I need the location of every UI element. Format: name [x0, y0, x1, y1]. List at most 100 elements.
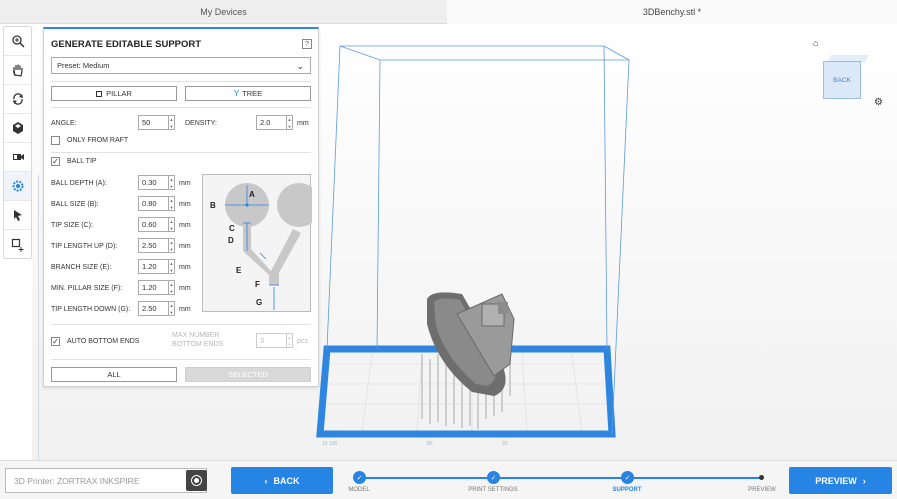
step-support-dot[interactable]: ✓: [621, 471, 634, 484]
square-icon: [96, 90, 103, 97]
rotate-icon: [12, 93, 23, 105]
back-button-label: BACK: [273, 475, 300, 486]
support-diagram: A B C D E F G: [202, 174, 321, 312]
bottom-ends-label: BOTTOM ENDS: [172, 341, 224, 348]
only-from-raft-checkbox[interactable]: [51, 136, 60, 145]
param-stepper[interactable]: ▲ ▼: [169, 259, 175, 274]
back-button[interactable]: ‹ BACK: [231, 467, 333, 494]
param-stepper[interactable]: ▲ ▼: [169, 217, 175, 232]
max-bottom-ends-stepper[interactable]: ▲ ▼: [287, 333, 293, 348]
chevron-left-icon: ‹: [264, 475, 268, 486]
density-label: DENSITY:: [185, 120, 217, 127]
density-stepper[interactable]: ▲ ▼: [287, 115, 293, 130]
auto-bottom-ends-checkbox[interactable]: ✓: [51, 337, 60, 346]
svg-text:80: 80: [427, 441, 433, 447]
cursor-icon: [13, 210, 22, 221]
cube-view-icon: [12, 122, 23, 134]
top-bar: My Devices 3DBenchy.stl *: [0, 0, 897, 24]
support-gear-icon: [12, 180, 23, 192]
generate-all-button[interactable]: ALL: [51, 367, 177, 382]
density-unit: mm: [297, 120, 309, 127]
angle-input[interactable]: 50: [138, 115, 169, 130]
max-number-label: MAX NUMBER: [172, 332, 220, 339]
ball-tip-checkbox[interactable]: ✓: [51, 157, 60, 166]
generate-selected-button[interactable]: SELECTED: [185, 367, 311, 382]
param-input[interactable]: 2.50: [138, 238, 169, 253]
diagram-label-g: G: [256, 298, 262, 307]
param-label: BRANCH SIZE (E):: [51, 264, 112, 271]
only-from-raft-label: ONLY FROM RAFT: [67, 137, 129, 144]
tree-button[interactable]: Y TREE: [185, 86, 311, 101]
preset-select[interactable]: Preset: Medium ⌄: [51, 57, 311, 74]
param-stepper[interactable]: ▲ ▼: [169, 196, 175, 211]
step-print-settings-dot[interactable]: ✓: [487, 471, 500, 484]
param-unit: mm: [179, 243, 191, 250]
param-input[interactable]: 1.20: [138, 280, 169, 295]
3d-model-benchy: [427, 292, 515, 396]
divider: [51, 359, 311, 360]
tree-icon: Y: [233, 89, 240, 98]
param-label: TIP LENGTH DOWN (G):: [51, 306, 131, 313]
rotate-tool-button[interactable]: [4, 85, 31, 114]
divider: [51, 152, 311, 153]
printer-field[interactable]: 3D Printer: ZORTRAX INKSPIRE: [5, 468, 207, 493]
param-input[interactable]: 0.80: [138, 196, 169, 211]
svg-text:20: 20: [502, 441, 508, 447]
support-tool-button[interactable]: [4, 172, 31, 201]
diagram-label-b: B: [210, 201, 216, 210]
left-guide-line: [38, 175, 39, 460]
divider: [51, 107, 311, 108]
pan-hand-icon: [12, 64, 23, 77]
pillar-button[interactable]: PILLAR: [51, 86, 177, 101]
select-tool-button[interactable]: [4, 201, 31, 230]
param-stepper[interactable]: ▲ ▼: [169, 301, 175, 316]
generate-all-label: ALL: [107, 370, 121, 379]
tab-file[interactable]: 3DBenchy.stl *: [447, 0, 897, 24]
help-button[interactable]: ?: [302, 39, 312, 49]
param-unit: mm: [179, 285, 191, 292]
step-model-dot[interactable]: ✓: [353, 471, 366, 484]
view-settings-gear-icon[interactable]: ⚙: [874, 97, 883, 108]
param-input[interactable]: 0.30: [138, 175, 169, 190]
pillar-button-label: PILLAR: [106, 89, 132, 98]
step-model-label: MODEL: [348, 487, 370, 493]
param-input[interactable]: 2.50: [138, 301, 169, 316]
tab-file-label: 3DBenchy.stl *: [642, 7, 702, 17]
camera-tool-button[interactable]: [4, 143, 31, 172]
max-bottom-ends-unit: pcs: [297, 338, 308, 345]
zoom-tool-button[interactable]: [4, 27, 31, 56]
divider: [51, 81, 311, 82]
pan-tool-button[interactable]: [4, 56, 31, 85]
tab-my-devices-label: My Devices: [200, 6, 247, 17]
param-input[interactable]: 1.20: [138, 259, 169, 274]
diagram-label-d: D: [228, 236, 234, 245]
step-preview-dot[interactable]: [759, 475, 764, 480]
angle-stepper[interactable]: ▲ ▼: [169, 115, 175, 130]
add-support-tool-button[interactable]: [4, 230, 31, 259]
panel-title: GENERATE EDITABLE SUPPORT: [51, 39, 202, 50]
home-icon[interactable]: ⌂: [813, 38, 818, 48]
step-preview-label: PREVIEW: [748, 487, 776, 493]
printer-settings-button[interactable]: [186, 470, 207, 491]
ball-tip-label: BALL TIP: [67, 158, 97, 165]
printer-label: 3D Printer: ZORTRAX INKSPIRE: [14, 475, 140, 486]
printer-icon: [192, 476, 201, 485]
param-label: TIP SIZE (C):: [51, 222, 93, 229]
param-stepper[interactable]: ▲ ▼: [169, 238, 175, 253]
divider: [51, 324, 311, 325]
tab-my-devices[interactable]: My Devices: [0, 0, 447, 24]
left-toolbar: [3, 26, 32, 259]
param-unit: mm: [179, 306, 191, 313]
param-stepper[interactable]: ▲ ▼: [169, 280, 175, 295]
preview-button[interactable]: PREVIEW ›: [789, 467, 892, 494]
view-cube[interactable]: BACK: [823, 55, 870, 101]
param-unit: mm: [179, 201, 191, 208]
preview-button-label: PREVIEW: [815, 475, 857, 486]
param-stepper[interactable]: ▲ ▼: [169, 175, 175, 190]
view-tool-button[interactable]: [4, 114, 31, 143]
param-unit: mm: [179, 180, 191, 187]
diagram-label-f: F: [255, 280, 260, 289]
density-input[interactable]: 2.0: [256, 115, 287, 130]
max-bottom-ends-input[interactable]: 3: [256, 333, 287, 348]
param-input[interactable]: 0.60: [138, 217, 169, 232]
